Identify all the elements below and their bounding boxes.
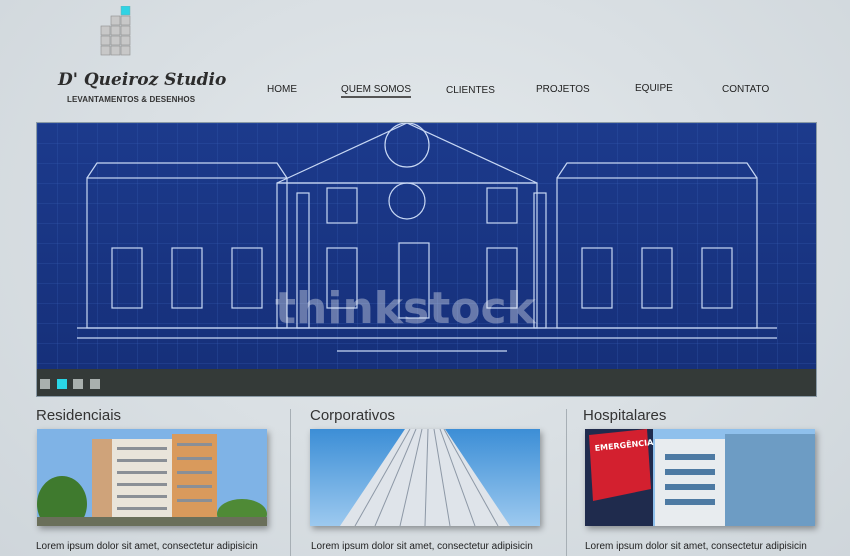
nav-contato[interactable]: CONTATO <box>722 84 769 95</box>
column-divider <box>290 409 291 556</box>
residential-building-image[interactable] <box>37 429 267 526</box>
section-title-corporativos: Corporativos <box>310 407 396 424</box>
nav-equipe[interactable]: EQUIPE <box>635 83 673 94</box>
watermark-text: thinkstock <box>275 283 538 334</box>
nav-projetos[interactable]: PROJETOS <box>536 84 590 95</box>
nav-home[interactable]: HOME <box>267 84 297 95</box>
corporate-tower-image[interactable] <box>310 429 540 526</box>
residenciais-text: Lorem ipsum dolor sit amet, consectetur … <box>36 541 258 552</box>
hospitalares-text: Lorem ipsum dolor sit amet, consectetur … <box>585 541 807 552</box>
slide-dot-3[interactable] <box>73 379 83 389</box>
slide-dot-2[interactable] <box>57 379 67 389</box>
main-nav: HOME QUEM SOMOS CLIENTES PROJETOS EQUIPE… <box>0 0 850 110</box>
blueprint-image: thinkstock <box>37 123 816 369</box>
slider-controls <box>37 369 816 396</box>
nav-quem-somos[interactable]: QUEM SOMOS <box>341 84 412 98</box>
hospital-image[interactable]: EMERGÊNCIA <box>585 429 815 526</box>
hero-banner: thinkstock <box>36 122 817 397</box>
nav-clientes[interactable]: CLIENTES <box>446 85 495 96</box>
slide-dot-1[interactable] <box>40 379 50 389</box>
slide-dot-4[interactable] <box>90 379 100 389</box>
section-title-hospitalares: Hospitalares <box>583 407 667 424</box>
corporativos-text: Lorem ipsum dolor sit amet, consectetur … <box>311 541 533 552</box>
section-title-residenciais: Residenciais <box>36 407 122 424</box>
column-divider <box>566 409 567 556</box>
